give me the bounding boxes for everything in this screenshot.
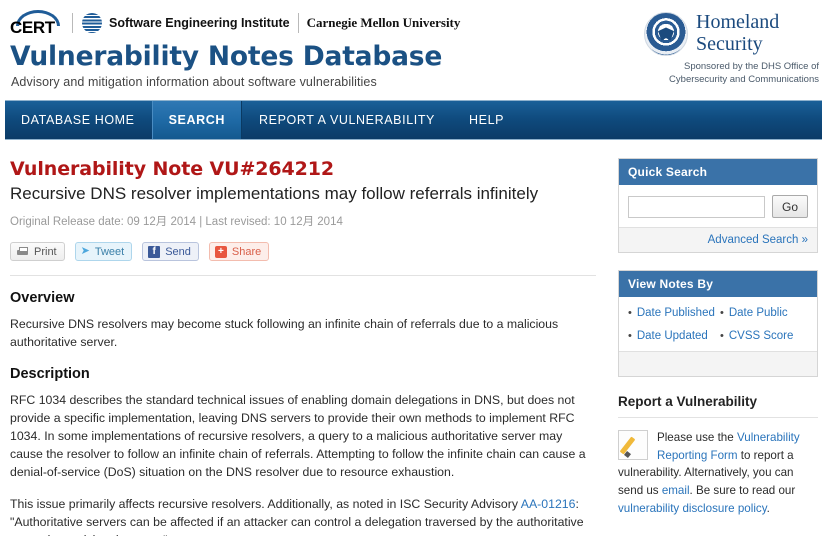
cert-branding: CERT Software Engineering Institute Carn… (10, 10, 610, 89)
report-text-4: . (766, 501, 770, 515)
content-area: Vulnerability Note VU#264212 Recursive D… (0, 158, 827, 536)
overview-text: Recursive DNS resolvers may become stuck… (10, 317, 559, 350)
dhs-name-line2: Security (696, 33, 763, 55)
dhs-sponsor-text: Sponsored by the DHS Office of Cybersecu… (644, 61, 819, 87)
report-a-vulnerability-section: Report a Vulnerability Please use the Vu… (618, 394, 818, 517)
search-go-button[interactable]: Go (772, 195, 808, 218)
dhs-row: Homeland Security (644, 12, 819, 56)
list-item[interactable]: • Date Public (720, 307, 808, 319)
description-heading: Description (10, 365, 90, 382)
link-date-published[interactable]: Date Published (637, 307, 715, 319)
bullet-icon: • (628, 307, 632, 319)
nav-item-search[interactable]: SEARCH (151, 101, 242, 139)
vulnerability-note-dates: Original Release date: 09 12月 2014 | Las… (10, 216, 343, 229)
search-input[interactable] (628, 195, 765, 218)
advanced-search-link[interactable]: Advanced Search » (708, 234, 808, 246)
description-p2-before: This issue primarily affects recursive r… (10, 496, 521, 511)
facebook-send-button[interactable]: f Send (142, 242, 199, 262)
tweet-button[interactable]: ➤ Tweet (74, 242, 133, 262)
bullet-icon: • (720, 307, 724, 319)
dhs-sponsor-line2: Cybersecurity and Communications (669, 73, 819, 85)
page-root: CERT Software Engineering Institute Carn… (0, 0, 827, 536)
dhs-name-line1: Homeland (696, 11, 780, 34)
nav-item-database-home[interactable]: DATABASE HOME (5, 101, 152, 139)
view-notes-by-footer (619, 351, 817, 377)
quick-search-footer: Advanced Search » (619, 227, 817, 252)
content-divider (618, 417, 818, 419)
isc-advisory-link[interactable]: AA-01216 (521, 497, 576, 511)
view-notes-by-panel: View Notes By • Date Published • Date Pu… (618, 270, 818, 378)
vulnerability-note-id: Vulnerability Note VU#264212 (10, 158, 335, 180)
pencil-icon (618, 430, 648, 461)
primary-nav: DATABASE HOME SEARCH REPORT A VULNERABIL… (5, 100, 822, 140)
logo-row: CERT Software Engineering Institute Carn… (10, 10, 610, 37)
share-button-label: Share (231, 245, 262, 258)
dhs-branding: Homeland Security Sponsored by the DHS O… (644, 12, 819, 87)
link-date-public[interactable]: Date Public (729, 307, 788, 319)
social-share-bar: Print ➤ Tweet f Send + Share (10, 242, 596, 262)
sei-globe-icon (82, 13, 102, 33)
page-subtitle: Advisory and mitigation information abou… (11, 74, 377, 89)
site-header: CERT Software Engineering Institute Carn… (0, 0, 827, 100)
content-divider (10, 275, 596, 277)
quick-search-row: Go (628, 195, 808, 218)
description-paragraph-2: This issue primarily affects recursive r… (10, 495, 596, 536)
quick-search-panel: Quick Search Go Advanced Search » (618, 158, 818, 253)
cert-logo: CERT (10, 10, 66, 37)
share-plus-icon: + (214, 245, 227, 258)
divider (297, 13, 299, 33)
list-item[interactable]: • Date Updated (628, 330, 716, 342)
page-title: Vulnerability Notes Database (10, 41, 443, 72)
overview-heading: Overview (10, 290, 75, 307)
share-button[interactable]: + Share (208, 242, 270, 262)
cmu-wordmark: Carnegie Mellon University (306, 15, 461, 30)
facebook-f-icon: f (148, 245, 161, 258)
description-paragraph-1: RFC 1034 describes the standard technica… (10, 392, 586, 479)
printer-icon (16, 246, 29, 257)
cert-wordmark: CERT (10, 18, 55, 37)
quick-search-heading: Quick Search (619, 159, 817, 185)
tweet-button-label: Tweet (94, 245, 125, 258)
view-notes-by-heading: View Notes By (619, 271, 817, 297)
bullet-icon: • (628, 330, 632, 343)
dhs-sponsor-line1: Sponsored by the DHS Office of (683, 61, 819, 72)
list-item[interactable]: • Date Published (628, 307, 716, 319)
disclosure-policy-link[interactable]: vulnerability disclosure policy (618, 502, 767, 515)
bullet-icon: • (720, 330, 724, 343)
list-item[interactable]: • CVSS Score (720, 330, 808, 342)
view-notes-by-grid: • Date Published • Date Public • Date Up… (628, 307, 808, 342)
sidebar: Quick Search Go Advanced Search » View N… (618, 158, 818, 536)
vulnerability-note-title: Recursive DNS resolver implementations m… (10, 184, 539, 203)
nav-item-help[interactable]: HELP (452, 101, 521, 139)
report-text-3: . Be sure to read our (689, 484, 796, 498)
report-a-vulnerability-heading: Report a Vulnerability (618, 394, 758, 410)
view-notes-by-body: • Date Published • Date Public • Date Up… (619, 297, 817, 352)
dhs-wordmark: Homeland Security (696, 12, 779, 55)
divider (72, 13, 73, 33)
primary-nav-wrapper: DATABASE HOME SEARCH REPORT A VULNERABIL… (0, 100, 827, 140)
dhs-seal-icon (644, 12, 688, 56)
email-link[interactable]: email (662, 484, 690, 497)
link-cvss-score[interactable]: CVSS Score (729, 330, 794, 342)
report-text-1: Please use the (657, 431, 737, 445)
quick-search-body: Go (619, 185, 817, 227)
print-button[interactable]: Print (10, 242, 65, 262)
main-column: Vulnerability Note VU#264212 Recursive D… (10, 158, 610, 536)
nav-item-report-a-vulnerability[interactable]: REPORT A VULNERABILITY (242, 101, 452, 139)
print-button-label: Print (34, 245, 57, 258)
sei-wordmark: Software Engineering Institute (109, 16, 290, 30)
link-date-updated[interactable]: Date Updated (637, 330, 708, 342)
send-button-label: Send (165, 245, 191, 258)
twitter-bird-icon: ➤ (80, 245, 90, 258)
report-a-vulnerability-text: Please use the Vulnerability Reporting F… (618, 429, 818, 517)
